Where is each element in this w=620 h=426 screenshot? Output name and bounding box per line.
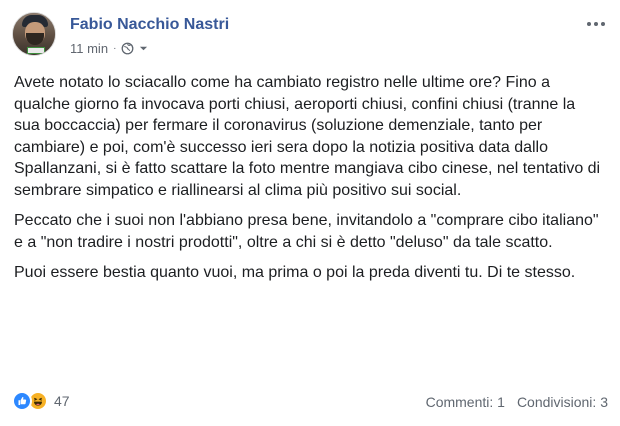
post-paragraph: Peccato che i suoi non l'abbiano presa b… — [14, 212, 599, 251]
post-header: Fabio Nacchio Nastri 11 min · — [12, 10, 608, 56]
globe-icon[interactable] — [121, 42, 134, 55]
author-name[interactable]: Fabio Nacchio Nastri — [70, 16, 229, 34]
avatar[interactable] — [12, 12, 56, 56]
comments-count[interactable]: Commenti: 1 — [426, 394, 505, 410]
post-paragraph: Puoi essere bestia quanto vuoi, ma prima… — [14, 264, 576, 281]
more-icon[interactable] — [584, 14, 608, 34]
post-body: Avete notato lo sciacallo come ha cambia… — [14, 72, 604, 293]
post-footer: 47 Commenti: 1 Condivisioni: 3 — [12, 390, 608, 416]
engagement-stats: Commenti: 1 Condivisioni: 3 — [426, 394, 608, 410]
post-paragraph: Avete notato lo sciacallo come ha cambia… — [14, 74, 601, 199]
like-icon — [12, 391, 32, 411]
shares-count[interactable]: Condivisioni: 3 — [517, 394, 608, 410]
post-timestamp[interactable]: 11 min — [70, 41, 108, 56]
caret-down-icon[interactable] — [139, 44, 148, 53]
reactions-summary[interactable]: 47 — [12, 391, 70, 411]
meta-separator: · — [113, 43, 117, 54]
post-meta: 11 min · — [70, 41, 148, 56]
facebook-post: Fabio Nacchio Nastri 11 min · Avete nota… — [0, 0, 620, 426]
reaction-count: 47 — [54, 393, 70, 409]
